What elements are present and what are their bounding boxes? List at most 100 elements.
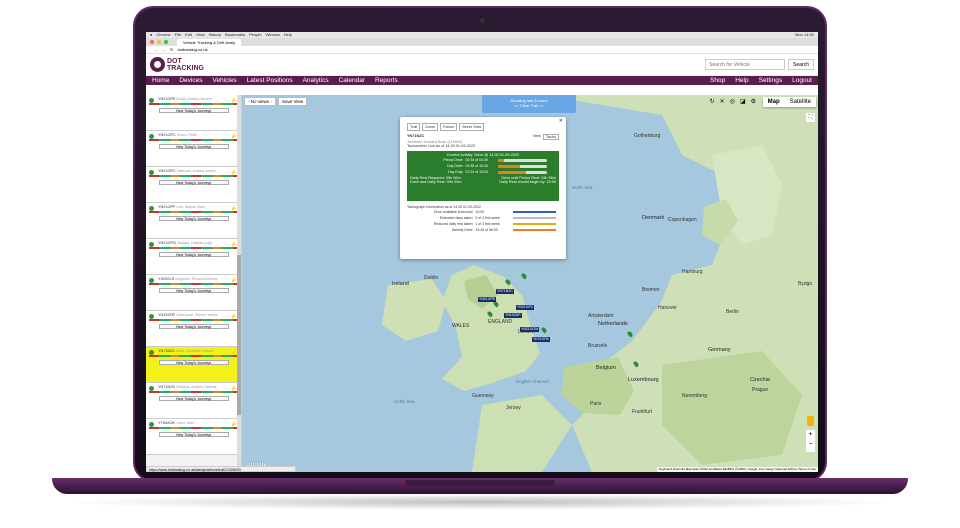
map-label: Paris xyxy=(590,401,602,407)
nav-home[interactable]: Home xyxy=(152,77,169,84)
browser-tab[interactable]: Vehicle Tracking & Drift Analy xyxy=(177,38,242,46)
map-type-map[interactable]: Map xyxy=(763,97,785,107)
layers-icon[interactable]: ◪ xyxy=(740,97,746,107)
vehicle-item[interactable]: YN21GPC Green, Peter ⚡ View Today's Jour… xyxy=(146,131,241,167)
nav-shop[interactable]: Shop xyxy=(710,77,725,84)
tacho-progress-bar xyxy=(497,158,548,162)
nav-settings[interactable]: Settings xyxy=(759,77,783,84)
nav-devices[interactable]: Devices xyxy=(179,77,202,84)
vehicle-tag[interactable]: YK21GPA xyxy=(532,337,550,342)
back-icon[interactable]: ← xyxy=(154,47,158,52)
forward-icon[interactable]: → xyxy=(162,47,166,52)
map[interactable]: - No views - Save View Showing last 3 ho… xyxy=(242,95,818,472)
vehicle-item[interactable]: YN71NZC Bush, Jonathan Howard ⚡ View Tod… xyxy=(146,347,241,383)
logo[interactable]: DOT TRACKING xyxy=(150,57,204,72)
vehicle-search-input[interactable] xyxy=(705,59,786,70)
vehicle-item[interactable]: YJ69GLS Singleton, Richard Anthony ⚡ Vie… xyxy=(146,275,241,311)
nav-calendar[interactable]: Calendar xyxy=(339,77,365,84)
vehicle-item[interactable]: YN21GPG Tankard, Kristian Leigh ⚡ View T… xyxy=(146,239,241,275)
menu-edit[interactable]: Edit xyxy=(185,32,192,38)
fullscreen-icon[interactable]: ⛶ xyxy=(806,113,815,122)
view-select[interactable]: Tacho xyxy=(542,134,559,140)
zoom-in-icon[interactable]: + xyxy=(806,430,815,440)
vehicle-item[interactable]: YT69AOK Joyce, Alan ⚡ View Today's Journ… xyxy=(146,419,241,455)
trail-notice: Showing last 3 hours << Clear Trail >> xyxy=(482,95,576,113)
gear-icon[interactable]: ⚙ xyxy=(751,97,756,107)
nav-vehicles[interactable]: Vehicles xyxy=(212,77,236,84)
zoom-out-icon[interactable]: − xyxy=(806,440,815,450)
vehicle-item[interactable]: YN21GPC Tattersall, Andrew James ⚡ View … xyxy=(146,167,241,203)
nav-logout[interactable]: Logout xyxy=(792,77,812,84)
sidebar-scrollbar[interactable] xyxy=(237,95,241,472)
menu-view[interactable]: View xyxy=(196,32,205,38)
menu-people[interactable]: People xyxy=(249,32,261,38)
vehicle-tag[interactable]: YN21GPC xyxy=(516,305,535,310)
menu-history[interactable]: History xyxy=(209,32,221,38)
view-journeys-button[interactable]: View Today's Journeys xyxy=(158,360,229,365)
map-attribution[interactable]: Keyboard shortcuts Map data ©2022 GeoBas… xyxy=(657,467,818,472)
url-bar[interactable]: ← → ↻ dottracking.co.uk xyxy=(146,46,818,54)
nav-latest-positions[interactable]: Latest Positions xyxy=(247,77,293,84)
view-journeys-button[interactable]: View Today's Journeys xyxy=(158,288,229,293)
scrollbar-thumb[interactable] xyxy=(237,255,241,415)
vehicle-item[interactable]: YN71NZD Williams, Andrew Thomas ⚡ View T… xyxy=(146,383,241,419)
vehicle-tag[interactable]: YN21GPE xyxy=(478,297,497,302)
vehicle-reg: YN71NZD xyxy=(158,385,176,389)
activity-bar xyxy=(149,175,238,177)
menu-file[interactable]: File xyxy=(175,32,181,38)
activity-bar xyxy=(149,319,238,321)
street-view-pegman-icon[interactable] xyxy=(807,416,814,426)
vehicle-tag[interactable]: YN71NZC xyxy=(496,289,514,294)
search-button[interactable]: Search xyxy=(788,59,814,70)
view-journeys-button[interactable]: View Today's Journeys xyxy=(158,252,229,257)
view-journeys-button[interactable]: View Today's Journeys xyxy=(158,324,229,329)
map-label: Dublin xyxy=(424,275,439,281)
trail-button[interactable]: Trail xyxy=(407,123,421,131)
locate-icon[interactable]: ◎ xyxy=(730,97,735,107)
apple-icon[interactable]: ● xyxy=(150,32,152,38)
map-label: Denmark xyxy=(642,215,665,221)
view-journeys-button[interactable]: View Today's Journeys xyxy=(158,108,229,113)
follow-button[interactable]: Follow xyxy=(439,123,457,131)
reload-icon[interactable]: ↻ xyxy=(170,47,173,52)
vehicle-tag[interactable]: YN21GOM xyxy=(520,327,540,332)
minimize-window-icon[interactable] xyxy=(157,40,161,44)
vehicle-item[interactable]: YN21GPE Booth, Andrew Vincent ⚡ View Tod… xyxy=(146,95,241,131)
zoom-button[interactable]: Zoom xyxy=(422,123,438,131)
street-view-button[interactable]: Street View xyxy=(458,123,485,131)
url-text[interactable]: dottracking.co.uk xyxy=(177,47,207,52)
menu-help[interactable]: Help xyxy=(284,32,292,38)
nav-reports[interactable]: Reports xyxy=(375,77,398,84)
menu-chrome[interactable]: Chrome xyxy=(156,32,170,38)
view-journeys-button[interactable]: View Today's Journeys xyxy=(158,144,229,149)
cross-icon[interactable]: ✕ xyxy=(720,97,725,107)
site-header: DOT TRACKING Search xyxy=(146,54,818,76)
map-type-satellite[interactable]: Satellite xyxy=(785,97,816,107)
menu-bookmarks[interactable]: Bookmarks xyxy=(225,32,245,38)
save-view-button[interactable]: Save View xyxy=(278,97,308,106)
main-area: YN21GPE Booth, Andrew Vincent ⚡ View Tod… xyxy=(146,95,818,472)
tacho-info-label: Weekly Drive: xyxy=(451,228,474,232)
tacho-row-value: 00:34 of 04:30 xyxy=(465,158,488,162)
view-journeys-button[interactable]: View Today's Journeys xyxy=(158,432,229,437)
vehicle-item[interactable]: YN21GPF Carr, Nathan Mark ⚡ View Today's… xyxy=(146,203,241,239)
close-window-icon[interactable] xyxy=(150,40,154,44)
close-popup-icon[interactable]: ✕ xyxy=(559,118,563,124)
clear-trail-link[interactable]: << Clear Trail >> xyxy=(482,103,576,108)
map-label: Berlin xyxy=(726,309,739,315)
map-label: English Channel xyxy=(516,379,549,384)
vehicle-item[interactable]: YN19ZDP Gatehouse, Steven James ⚡ View T… xyxy=(146,311,241,347)
view-journeys-button[interactable]: View Today's Journeys xyxy=(158,216,229,221)
vehicle-tag[interactable]: YN19ZDP xyxy=(504,313,522,318)
refresh-icon[interactable]: ↻ xyxy=(710,97,715,107)
nav-analytics[interactable]: Analytics xyxy=(303,77,329,84)
view-journeys-button[interactable]: View Today's Journeys xyxy=(158,180,229,185)
nav-help[interactable]: Help xyxy=(735,77,748,84)
map-label: Guernsey xyxy=(472,393,494,399)
map-label: Nuremberg xyxy=(682,393,708,399)
maximize-window-icon[interactable] xyxy=(164,40,168,44)
views-select[interactable]: - No views - xyxy=(244,97,276,106)
view-journeys-button[interactable]: View Today's Journeys xyxy=(158,396,229,401)
menu-window[interactable]: Window xyxy=(266,32,280,38)
tacho-progress-bar xyxy=(497,170,548,174)
